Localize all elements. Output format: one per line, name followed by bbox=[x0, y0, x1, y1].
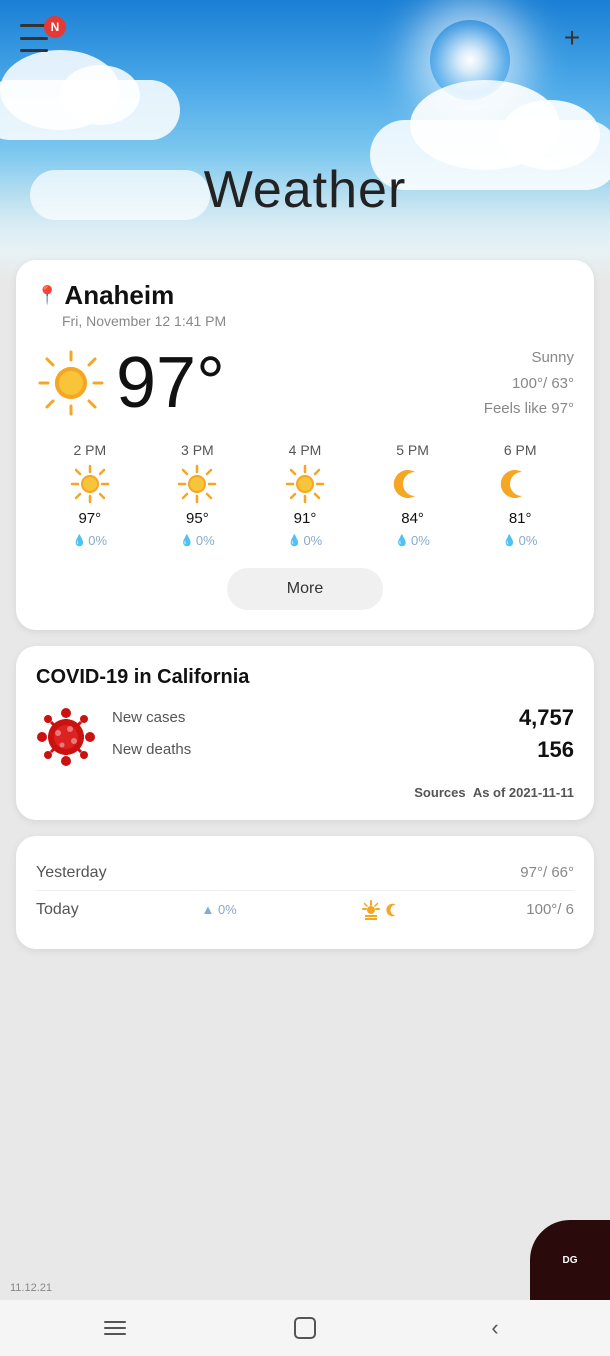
hour-item-4: 5 PM 84° 💧0% bbox=[359, 442, 467, 548]
temp-section: 97° bbox=[36, 347, 225, 419]
yesterday-row: Yesterday 97°/ 66° bbox=[36, 856, 574, 891]
hour-sun-icon-2 bbox=[177, 464, 217, 504]
today-row: Today ▲ 0% bbox=[36, 891, 574, 929]
hour-label: 5 PM bbox=[396, 442, 429, 458]
notification-badge: N bbox=[44, 16, 66, 38]
top-nav: N + bbox=[0, 20, 610, 56]
source-label: Sources bbox=[414, 785, 465, 800]
weather-details: Sunny 100°/ 63° Feels like 97° bbox=[484, 345, 574, 422]
hour-temp: 84° bbox=[401, 510, 424, 527]
hour-label: 4 PM bbox=[289, 442, 322, 458]
covid-title: COVID-19 in California bbox=[36, 666, 574, 689]
new-cases-label: New cases bbox=[112, 709, 185, 726]
home-icon bbox=[294, 1317, 316, 1339]
hour-sun-icon-3 bbox=[285, 464, 325, 504]
page-title: Weather bbox=[0, 160, 610, 220]
hour-precip: 💧0% bbox=[288, 533, 323, 548]
back-button[interactable]: ‹ bbox=[470, 1310, 520, 1346]
history-card: Yesterday 97°/ 66° Today ▲ 0% bbox=[16, 836, 594, 949]
hourly-forecast: 2 PM 97° 💧0% 3 PM bbox=[36, 442, 574, 548]
hour-temp: 95° bbox=[186, 510, 209, 527]
main-content: 📍 Anaheim Fri, November 12 1:41 PM bbox=[0, 260, 610, 949]
hour-item-3: 4 PM 91° 💧0% bbox=[251, 442, 359, 548]
new-deaths-row: New deaths 156 bbox=[112, 737, 574, 763]
back-icon: ‹ bbox=[491, 1315, 498, 1341]
hour-temp: 97° bbox=[78, 510, 101, 527]
hour-precip: 💧0% bbox=[73, 533, 108, 548]
hour-temp: 81° bbox=[509, 510, 532, 527]
hour-label: 2 PM bbox=[73, 442, 106, 458]
location-row: 📍 Anaheim bbox=[36, 280, 574, 311]
sunrise-icon bbox=[360, 899, 382, 921]
watermark: DG bbox=[530, 1220, 610, 1300]
today-label: Today bbox=[36, 901, 79, 919]
hour-precip: 💧0% bbox=[395, 533, 430, 548]
add-location-button[interactable]: + bbox=[554, 20, 590, 56]
hour-sun-icon-1 bbox=[70, 464, 110, 504]
hour-temp: 91° bbox=[294, 510, 317, 527]
covid-numbers: New cases 4,757 New deaths 156 bbox=[112, 705, 574, 769]
new-cases-row: New cases 4,757 bbox=[112, 705, 574, 731]
yesterday-temps: 97°/ 66° bbox=[520, 864, 574, 881]
menu-button[interactable]: N bbox=[20, 20, 64, 56]
moon-icon bbox=[386, 901, 404, 919]
virus-icon bbox=[36, 707, 96, 767]
covid-card: COVID-19 in California bbox=[16, 646, 594, 820]
bottom-nav-bar: 11.12.21 ‹ bbox=[0, 1300, 610, 1356]
hour-precip: 💧0% bbox=[503, 533, 538, 548]
hour-moon-icon-5 bbox=[500, 464, 540, 504]
more-button[interactable]: More bbox=[227, 568, 383, 610]
location-name: Anaheim bbox=[64, 280, 174, 311]
current-temperature: 97° bbox=[116, 347, 225, 419]
sun-weather-icon bbox=[36, 348, 106, 418]
recent-apps-icon bbox=[104, 1321, 126, 1335]
datetime: Fri, November 12 1:41 PM bbox=[62, 313, 574, 329]
new-deaths-value: 156 bbox=[537, 737, 574, 763]
yesterday-label: Yesterday bbox=[36, 864, 107, 882]
bottom-date: 11.12.21 bbox=[10, 1282, 52, 1294]
feels-like: Feels like 97° bbox=[484, 396, 574, 422]
location-pin-icon: 📍 bbox=[36, 285, 58, 306]
recent-apps-button[interactable] bbox=[90, 1310, 140, 1346]
condition-label: Sunny bbox=[484, 345, 574, 371]
high-low-temps: 100°/ 63° bbox=[484, 371, 574, 397]
hour-label: 3 PM bbox=[181, 442, 214, 458]
today-precip: ▲ 0% bbox=[201, 902, 236, 917]
today-icons bbox=[360, 899, 404, 921]
covid-source: Sources As of 2021-11-11 bbox=[36, 785, 574, 800]
hour-item-5: 6 PM 81° 💧0% bbox=[466, 442, 574, 548]
hour-moon-icon-4 bbox=[393, 464, 433, 504]
covid-stats: New cases 4,757 New deaths 156 bbox=[36, 705, 574, 769]
hour-item-1: 2 PM 97° 💧0% bbox=[36, 442, 144, 548]
source-date: As of 2021-11-11 bbox=[473, 785, 574, 800]
hour-label: 6 PM bbox=[504, 442, 537, 458]
new-deaths-label: New deaths bbox=[112, 741, 191, 758]
home-button[interactable] bbox=[280, 1310, 330, 1346]
today-temps: 100°/ 6 bbox=[526, 901, 574, 918]
hour-item-2: 3 PM 95° 💧0% bbox=[144, 442, 252, 548]
hour-precip: 💧0% bbox=[180, 533, 215, 548]
current-weather: 97° Sunny 100°/ 63° Feels like 97° bbox=[36, 345, 574, 422]
watermark-text: DG bbox=[563, 1255, 578, 1266]
new-cases-value: 4,757 bbox=[519, 705, 574, 731]
weather-card: 📍 Anaheim Fri, November 12 1:41 PM bbox=[16, 260, 594, 630]
